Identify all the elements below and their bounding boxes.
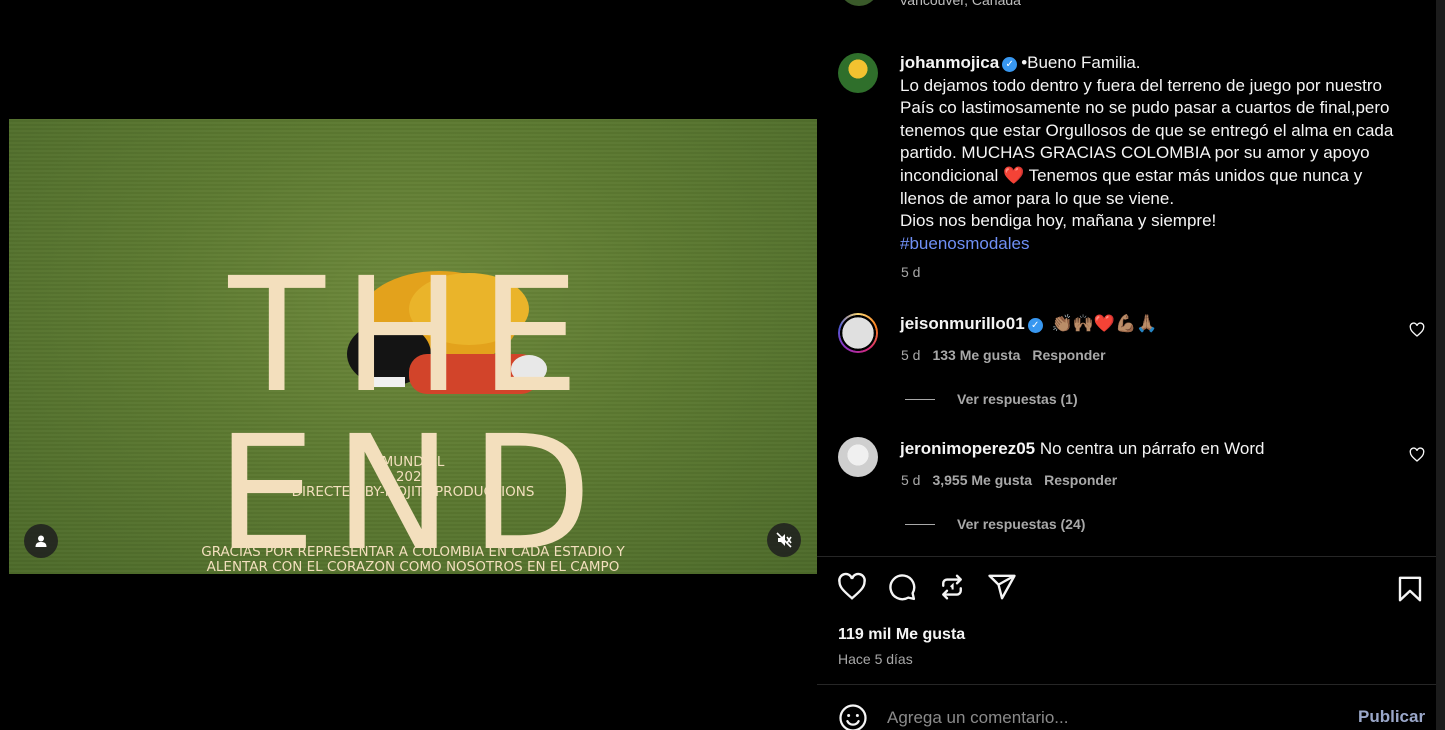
commenter-username[interactable]: jeisonmurillo01 xyxy=(900,314,1025,333)
post-date: Hace 5 días xyxy=(838,651,913,667)
likes-count[interactable]: 119 mil Me gusta xyxy=(838,626,965,644)
comment-likes[interactable]: 133 Me gusta xyxy=(932,347,1020,363)
share-icon[interactable] xyxy=(987,572,1017,602)
post-details-panel: Vancouver, Canada johanmojica ✓ •Bueno Fam… xyxy=(817,0,1445,730)
reply-button[interactable]: Responder xyxy=(1044,472,1117,488)
caption-line: País co lastimosamente no se pudo pasar … xyxy=(900,98,1390,118)
media-area: THE END MUNDIAL 2026 DIRECTED BY-MOJITV.… xyxy=(9,0,817,730)
mute-button[interactable] xyxy=(767,523,801,557)
caption-line: •Bueno Familia. xyxy=(1021,53,1141,72)
caption-line: Dios nos bendiga hoy, mañana y siempre! xyxy=(900,211,1217,231)
video-footer-line-2: ALENTAR CON EL CORAZON COMO NOSOTROS EN … xyxy=(206,559,620,575)
commenter-avatar[interactable] xyxy=(838,313,878,353)
comment-time[interactable]: 5 d xyxy=(901,472,920,488)
comment-meta: 5 d 3,955 Me gusta Responder xyxy=(901,472,1117,488)
comment-input[interactable] xyxy=(887,706,1337,730)
repost-icon[interactable] xyxy=(937,572,967,602)
post-location[interactable]: Vancouver, Canada xyxy=(899,0,1021,8)
author-username[interactable]: johanmojica xyxy=(900,53,999,72)
comment-body: jeisonmurillo01 ✓ 👏🏽🙌🏽❤️💪🏽🙏🏽 xyxy=(900,313,1157,335)
credit-year: 2026 xyxy=(395,469,431,485)
verified-badge-icon: ✓ xyxy=(1002,57,1018,72)
comment-text: No centra un párrafo en Word xyxy=(1039,439,1265,458)
caption-line: incondicional ❤️ Tenemos que estar más u… xyxy=(900,165,1363,185)
view-replies-label: Ver respuestas (1) xyxy=(957,391,1078,407)
caption-hashtag[interactable]: #buenosmodales xyxy=(900,234,1029,253)
verified-badge-icon: ✓ xyxy=(1027,318,1043,333)
location-avatar xyxy=(839,0,879,6)
commenter-avatar[interactable] xyxy=(838,437,878,477)
comment-likes[interactable]: 3,955 Me gusta xyxy=(932,472,1032,488)
caption-line: Lo dejamos todo dentro y fuera del terre… xyxy=(900,75,1382,95)
author-avatar[interactable] xyxy=(838,53,878,93)
heart-icon[interactable] xyxy=(837,572,867,602)
caption-timestamp[interactable]: 5 d xyxy=(901,264,920,280)
sound-off-icon xyxy=(776,532,792,548)
commenter-username[interactable]: jeronimoperez05 xyxy=(900,439,1035,458)
publish-button[interactable]: Publicar xyxy=(1358,707,1425,727)
view-replies-button[interactable]: Ver respuestas (1) xyxy=(905,391,1078,407)
user-icon xyxy=(35,535,47,547)
reply-button[interactable]: Responder xyxy=(1032,347,1105,363)
view-replies-button[interactable]: Ver respuestas (24) xyxy=(905,516,1085,532)
video-footer-line-1: GRACIAS POR REPRESENTAR A COLOMBIA EN CA… xyxy=(201,544,625,560)
emoji-icon[interactable] xyxy=(838,703,868,730)
comment-like-heart-icon[interactable] xyxy=(1409,447,1425,463)
credit-event: MUNDIAL xyxy=(381,454,445,470)
divider xyxy=(817,684,1445,685)
divider xyxy=(817,556,1445,557)
bookmark-icon[interactable] xyxy=(1395,574,1425,604)
instagram-post-modal: { "media": { "title": "THE END", "credit… xyxy=(0,0,1445,730)
video-title: THE END xyxy=(216,244,610,574)
post-caption: johanmojica ✓ •Bueno Familia. Lo dejamos t… xyxy=(900,52,1420,255)
comment-body: jeronimoperez05 No centra un párrafo en … xyxy=(900,438,1264,460)
replies-line xyxy=(905,398,935,400)
comment-time[interactable]: 5 d xyxy=(901,347,920,363)
credit-director: DIRECTED BY-MOJITV.PRODUCTIONS xyxy=(291,484,535,500)
comment-text: 👏🏽🙌🏽❤️💪🏽🙏🏽 xyxy=(1051,314,1158,333)
caption-line: tenemos que estar Orgullosos de que se e… xyxy=(900,120,1394,140)
caption-line: llenos de amor para lo que se viene. xyxy=(900,188,1175,208)
action-bar xyxy=(837,572,1017,602)
comment-like-heart-icon[interactable] xyxy=(1409,322,1425,338)
caption-line: partido. MUCHAS GRACIAS COLOMBIA por su … xyxy=(900,143,1370,163)
video-player[interactable]: THE END MUNDIAL 2026 DIRECTED BY-MOJITV.… xyxy=(9,119,817,574)
scrollbar-track[interactable] xyxy=(1436,0,1445,730)
replies-line xyxy=(905,523,935,525)
tagged-users-button[interactable] xyxy=(24,524,58,558)
view-replies-label: Ver respuestas (24) xyxy=(957,516,1086,532)
comment-icon[interactable] xyxy=(887,572,917,602)
comment-meta: 5 d 133 Me gusta Responder xyxy=(901,347,1106,363)
